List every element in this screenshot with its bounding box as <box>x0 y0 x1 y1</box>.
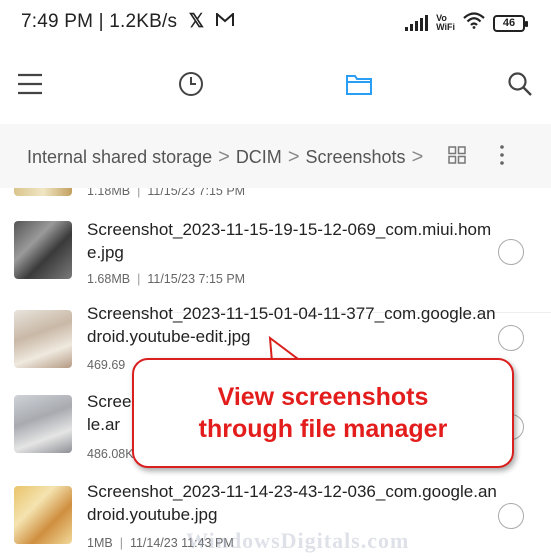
file-meta: 1.68MB | 11/15/23 7:15 PM <box>87 272 246 286</box>
list-item[interactable]: Screenshot_2023-11-15-19-15-12-069_com.m… <box>0 218 551 313</box>
top-navigation <box>0 56 551 112</box>
callout-joint <box>270 360 304 364</box>
file-thumbnail <box>14 221 72 279</box>
menu-icon[interactable] <box>14 68 46 100</box>
select-checkbox[interactable] <box>498 239 524 265</box>
file-meta: 469.69 <box>87 358 125 372</box>
watermark: WindowsDigitals.com <box>186 528 410 553</box>
breadcrumb-separator: > <box>287 146 300 168</box>
file-meta: 486.08K <box>87 447 134 461</box>
breadcrumb-separator: > <box>411 146 424 168</box>
file-date: 11/15/23 7:15 PM <box>147 272 246 286</box>
list-item[interactable]: 1.18MB | 11/15/23 7:15 PM <box>0 188 551 206</box>
file-meta: 1.18MB | 11/15/23 7:15 PM <box>87 188 245 198</box>
file-thumbnail <box>14 395 72 453</box>
breadcrumb-separator: > <box>218 146 230 168</box>
breadcrumb-internal-storage[interactable]: Internal shared storage <box>27 147 212 168</box>
status-bar: 7:49 PM | 1.2KB/s 𝕏 Vo WiFi 46 <box>0 0 551 46</box>
file-size: 1.18MB <box>87 188 131 198</box>
file-size: 1MB <box>87 536 113 550</box>
x-app-icon: 𝕏 <box>188 11 205 32</box>
breadcrumb-screenshots[interactable]: Screenshots <box>306 147 406 168</box>
file-thumbnail <box>14 188 72 196</box>
breadcrumb: Internal shared storage > DCIM > Screens… <box>27 146 429 169</box>
more-options-icon[interactable] <box>499 144 505 171</box>
search-icon[interactable] <box>504 68 536 100</box>
select-checkbox[interactable] <box>498 503 524 529</box>
file-thumbnail <box>14 310 72 368</box>
callout-line1: View screenshots <box>217 383 429 411</box>
file-thumbnail <box>14 486 72 544</box>
status-time-speed: 7:49 PM | 1.2KB/s 𝕏 <box>21 10 234 33</box>
breadcrumb-dcim[interactable]: DCIM <box>236 147 282 168</box>
select-checkbox[interactable] <box>498 325 524 351</box>
battery-icon: 46 <box>493 14 528 32</box>
folder-icon[interactable] <box>343 68 375 100</box>
file-size: 1.68MB <box>87 272 131 286</box>
clock-icon[interactable] <box>175 68 207 100</box>
wifi-icon <box>463 12 485 34</box>
vowifi-line2: WiFi <box>436 22 455 32</box>
file-name: Screenshot_2023-11-14-23-43-12-036_com.g… <box>87 482 497 524</box>
file-size: 469.69 <box>87 358 126 372</box>
vowifi-icon: Vo WiFi <box>436 14 455 32</box>
file-name: Screenshot_2023-11-15-19-15-12-069_com.m… <box>87 220 492 262</box>
annotation-callout: View screenshots through file manager <box>132 358 514 468</box>
file-date: 11/15/23 7:15 PM <box>147 188 246 198</box>
grid-view-icon[interactable] <box>448 146 466 169</box>
callout-line2: through file manager <box>198 415 448 443</box>
breadcrumb-bar: Internal shared storage > DCIM > Screens… <box>0 124 551 188</box>
battery-level: 46 <box>502 17 516 29</box>
signal-icon <box>405 15 429 31</box>
status-time: 7:49 PM | 1.2KB/s <box>21 11 178 32</box>
file-size: 486.08K <box>87 447 134 461</box>
mail-icon <box>215 11 234 32</box>
